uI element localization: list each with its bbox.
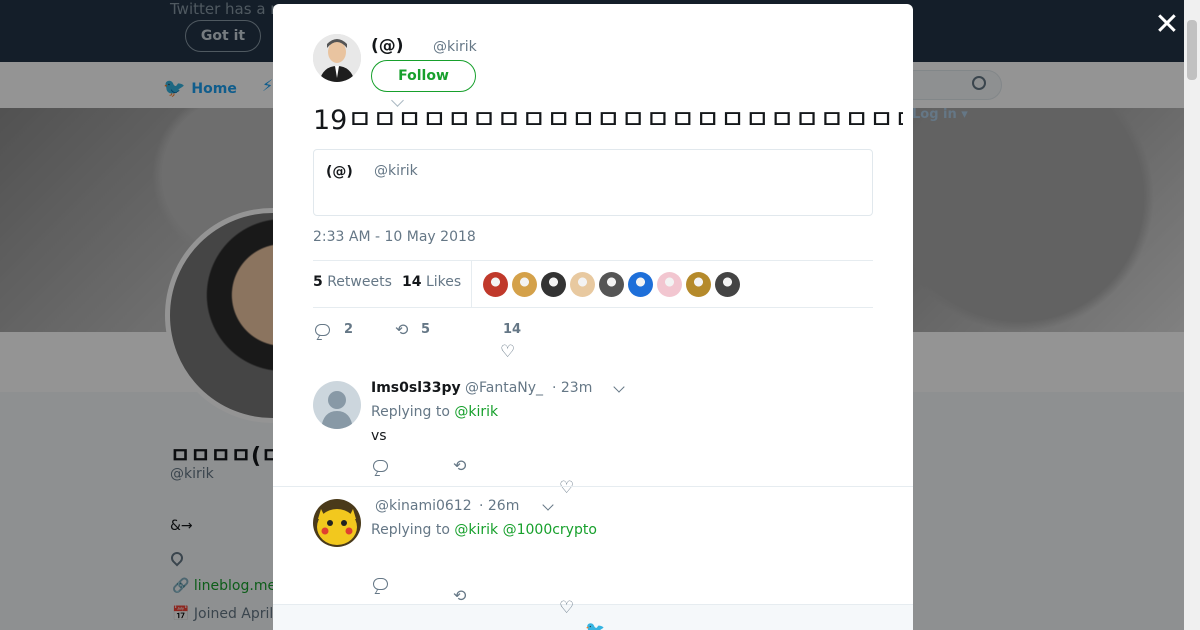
login-link[interactable]: Log in ▾: [912, 107, 968, 122]
heart-icon[interactable]: ♡: [559, 600, 574, 617]
reply-text: vs: [371, 428, 387, 444]
reply-icon: [373, 578, 388, 590]
scrollbar-thumb[interactable]: [1187, 20, 1197, 80]
follow-button[interactable]: Follow: [371, 60, 476, 92]
reply-icon: [315, 323, 330, 336]
liker-avatar[interactable]: [657, 272, 682, 297]
divider: [313, 307, 873, 308]
avatar[interactable]: [313, 499, 361, 547]
retweet-action[interactable]: ⟲ 5: [395, 319, 431, 339]
divider: [273, 486, 913, 487]
reply-icon: [373, 460, 388, 472]
reply-count: 2: [344, 322, 354, 337]
retweet-count: 5: [421, 322, 431, 337]
reply-action[interactable]: 2: [315, 322, 353, 337]
likers-avatars: [483, 272, 740, 297]
reply-action[interactable]: [373, 578, 388, 590]
twitter-bird-icon: 🐦: [585, 620, 605, 630]
replying-to: Replying to @kirik: [371, 404, 499, 420]
likes-stat[interactable]: 14 Likes: [402, 274, 461, 290]
tweet-modal: (@) @kirik Follow 19ㅁㅁㅁㅁㅁㅁㅁㅁㅁㅁㅁㅁㅁㅁㅁㅁㅁㅁㅁㅁ…: [273, 4, 913, 630]
author-name[interactable]: (@): [371, 36, 404, 56]
retweet-icon[interactable]: ⟲: [453, 588, 471, 604]
chevron-down-icon[interactable]: [613, 381, 625, 393]
author-handle[interactable]: @kirik: [433, 39, 477, 55]
tweet-timestamp[interactable]: 2:33 AM - 10 May 2018: [313, 229, 476, 245]
reply-author-handle[interactable]: @FantaNy_: [465, 380, 543, 396]
liker-avatar[interactable]: [599, 272, 624, 297]
avatar[interactable]: [313, 381, 361, 429]
reply-action[interactable]: [373, 460, 388, 472]
mention-link[interactable]: @kirik: [454, 404, 498, 420]
liker-avatar[interactable]: [686, 272, 711, 297]
mention-link[interactable]: @kirik @1000crypto: [454, 522, 597, 538]
quoted-tweet[interactable]: [313, 149, 873, 216]
divider: [471, 261, 472, 307]
reply-time[interactable]: · 23m: [552, 380, 592, 396]
reply-time[interactable]: · 26m: [479, 498, 519, 514]
likes-count: 14: [402, 274, 422, 290]
reply-author-name[interactable]: Ims0sl33py: [371, 380, 461, 396]
author-avatar[interactable]: [313, 34, 361, 82]
like-count: 14: [503, 322, 522, 337]
heart-icon[interactable]: ♡: [559, 480, 574, 497]
liker-avatar[interactable]: [715, 272, 740, 297]
liker-avatar[interactable]: [483, 272, 508, 297]
liker-avatar[interactable]: [570, 272, 595, 297]
replying-to: Replying to @kirik @1000crypto: [371, 522, 597, 538]
divider: [313, 260, 873, 261]
retweets-label: Retweets: [327, 274, 392, 290]
page-scrollbar[interactable]: [1184, 0, 1200, 630]
tweet-text: 19ㅁㅁㅁㅁㅁㅁㅁㅁㅁㅁㅁㅁㅁㅁㅁㅁㅁㅁㅁㅁㅁㅁㅁㅁㅁㅁㅁㅁㅁㅁㅁㅁㅁ: [313, 105, 903, 136]
retweets-stat[interactable]: 5 Retweets: [313, 274, 392, 290]
reply-author-handle[interactable]: @kinami0612: [375, 498, 472, 514]
retweets-count: 5: [313, 274, 323, 290]
liker-avatar[interactable]: [628, 272, 653, 297]
retweet-icon: ⟲: [395, 319, 409, 339]
liker-avatar[interactable]: [541, 272, 566, 297]
liker-avatar[interactable]: [512, 272, 537, 297]
quote-author-name: (@): [326, 164, 353, 180]
retweet-icon[interactable]: ⟲: [453, 458, 471, 474]
close-icon[interactable]: ✕: [1154, 10, 1180, 40]
like-count-label: 14: [503, 322, 521, 337]
heart-icon[interactable]: ♡: [500, 344, 515, 361]
quote-author-handle: @kirik: [374, 163, 418, 179]
chevron-down-icon[interactable]: [542, 499, 554, 511]
likes-label: Likes: [425, 274, 462, 290]
